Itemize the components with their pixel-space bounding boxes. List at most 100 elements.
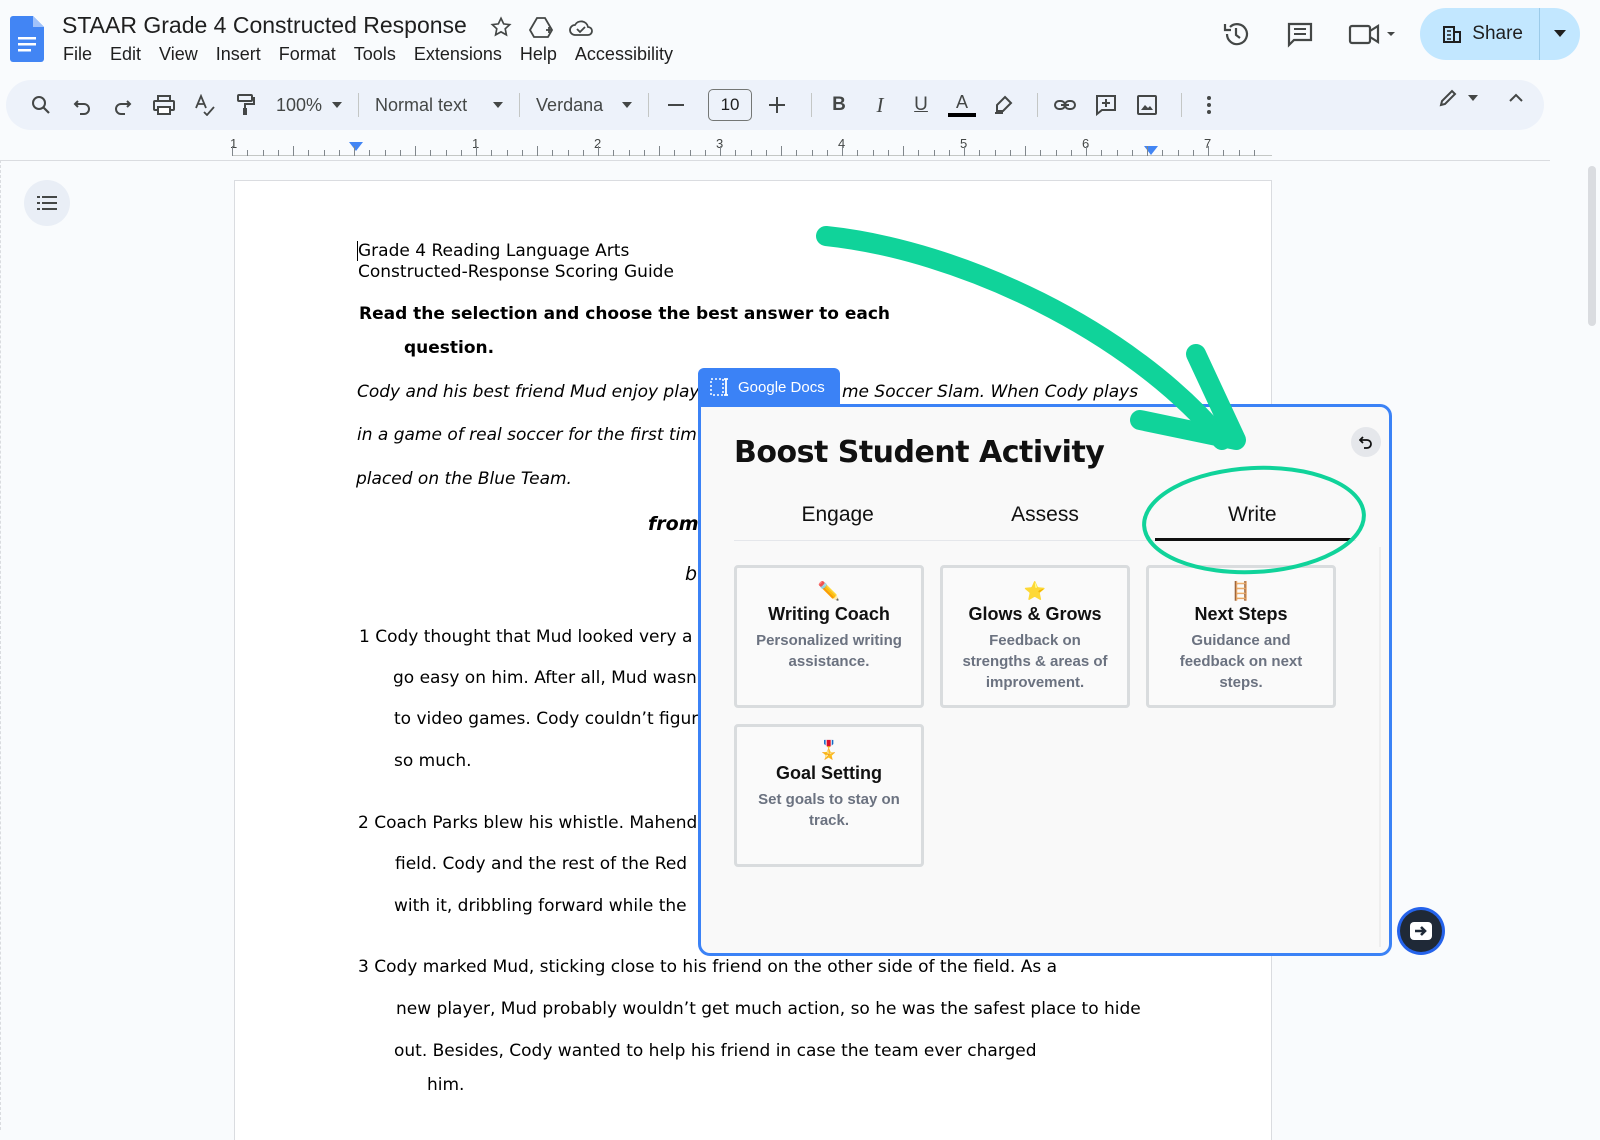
ruler-tick (704, 150, 706, 156)
menu-format[interactable]: Format (270, 44, 345, 65)
share-label: Share (1472, 23, 1523, 44)
doc-intro-line-1a[interactable]: Cody and his best friend Mud enjoy play (357, 382, 699, 402)
more-options-icon[interactable] (1192, 88, 1226, 122)
doc-paragraph-3-line-2[interactable]: new player, Mud probably wouldn’t get mu… (396, 999, 1141, 1019)
redo-icon[interactable] (106, 88, 140, 122)
doc-paragraph-2-line-3[interactable]: with it, dribbling forward while the (394, 896, 687, 916)
menu-extensions[interactable]: Extensions (405, 44, 511, 65)
ruler-tick (552, 150, 554, 156)
underline-button[interactable]: U (904, 88, 938, 122)
tool-cards: ✏️ Writing Coach Personalized writing as… (734, 565, 1354, 867)
ruler-tick (323, 150, 325, 156)
add-comment-icon[interactable] (1089, 88, 1123, 122)
ruler-divider (0, 160, 1550, 161)
doc-source-from[interactable]: from (648, 513, 699, 535)
undo-arrow-icon (1359, 436, 1372, 449)
doc-heading-line-2[interactable]: Constructed-Response Scoring Guide (358, 262, 674, 282)
undo-icon[interactable] (65, 88, 99, 122)
share-dropdown[interactable] (1540, 8, 1580, 60)
star-icon[interactable] (488, 14, 514, 40)
menu-view[interactable]: View (150, 44, 207, 65)
ruler[interactable]: 1 1 2 3 4 5 6 7 (230, 136, 1272, 160)
zoom-select[interactable]: 100% (270, 95, 348, 116)
card-goal-setting[interactable]: 🎖️ Goal Setting Set goals to stay on tra… (734, 724, 924, 867)
insert-link-icon[interactable] (1048, 88, 1082, 122)
menu-insert[interactable]: Insert (207, 44, 270, 65)
card-glows-grows[interactable]: ⭐ Glows & Grows Feedback on strengths & … (940, 565, 1130, 708)
extension-source-tab[interactable]: Google Docs (698, 368, 840, 406)
vertical-scrollbar[interactable] (1588, 166, 1596, 326)
card-title: Glows & Grows (968, 604, 1102, 624)
card-next-steps[interactable]: 🪜 Next Steps Guidance and feedback on ne… (1146, 565, 1336, 708)
menu-accessibility[interactable]: Accessibility (566, 44, 682, 65)
italic-button[interactable]: I (863, 88, 897, 122)
doc-intro-line-2[interactable]: in a game of real soccer for the first t… (357, 425, 697, 445)
move-to-drive-icon[interactable] (528, 14, 554, 40)
doc-paragraph-3-line-4[interactable]: him. (427, 1075, 464, 1095)
meet-video-icon[interactable] (1342, 12, 1402, 56)
doc-paragraph-2-line-2[interactable]: field. Cody and the rest of the Red (395, 854, 687, 874)
spellcheck-icon[interactable] (188, 88, 222, 122)
comments-icon[interactable] (1278, 12, 1322, 56)
doc-paragraph-3-line-1[interactable]: 3 Cody marked Mud, sticking close to his… (358, 957, 1057, 977)
doc-instruction-cont[interactable]: question. (404, 338, 494, 358)
doc-intro-line-3[interactable]: placed on the Blue Team. (356, 469, 572, 489)
ruler-tick (735, 150, 737, 156)
insert-image-icon[interactable] (1130, 88, 1164, 122)
document-title[interactable]: STAAR Grade 4 Constructed Response (62, 12, 467, 39)
print-icon[interactable] (147, 88, 181, 122)
version-history-icon[interactable] (1214, 12, 1258, 56)
doc-paragraph-2-line-1[interactable]: 2 Coach Parks blew his whistle. Mahend (358, 813, 697, 833)
ruler-tick (537, 146, 538, 156)
ruler-tick (430, 150, 432, 156)
ladder-icon: 🪜 (1229, 581, 1253, 601)
ruler-tick (1070, 150, 1072, 156)
style-select[interactable]: Normal text (369, 95, 509, 116)
doc-intro-line-1b[interactable]: me Soccer Slam. When Cody plays (842, 382, 1138, 402)
increase-font-size-icon[interactable] (760, 88, 794, 122)
ruler-tick (887, 150, 889, 156)
menu-file[interactable]: File (54, 44, 101, 65)
left-indent-marker[interactable] (349, 142, 363, 151)
text-color-button[interactable]: A (945, 88, 979, 122)
hide-menus-icon[interactable] (1508, 89, 1524, 107)
doc-paragraph-1-line-4[interactable]: so much. (394, 751, 472, 771)
panel-back-button[interactable] (1351, 427, 1381, 457)
caret-down-icon (493, 102, 504, 108)
card-writing-coach[interactable]: ✏️ Writing Coach Personalized writing as… (734, 565, 924, 708)
ruler-tick (781, 146, 782, 156)
panel-scrollbar[interactable] (1379, 547, 1381, 947)
doc-instruction[interactable]: Read the selection and choose the best a… (359, 304, 890, 324)
editing-mode-icon[interactable] (1438, 88, 1478, 108)
ruler-tick (689, 150, 691, 156)
extension-launcher-button[interactable] (1400, 910, 1442, 952)
tab-write[interactable]: Write (1149, 495, 1356, 541)
doc-source-by[interactable]: b (685, 563, 697, 585)
ruler-tick (613, 150, 615, 156)
tab-assess[interactable]: Assess (941, 495, 1148, 540)
paint-format-icon[interactable] (229, 88, 263, 122)
google-docs-icon[interactable] (10, 16, 44, 62)
menu-help[interactable]: Help (511, 44, 566, 65)
decrease-font-size-icon[interactable] (659, 88, 693, 122)
menu-edit[interactable]: Edit (101, 44, 150, 65)
search-menus-icon[interactable] (24, 88, 58, 122)
ruler-tick (491, 150, 493, 156)
font-size-input[interactable]: 10 (708, 89, 753, 121)
ruler-tick (857, 150, 859, 156)
doc-paragraph-3-line-3[interactable]: out. Besides, Cody wanted to help his fr… (394, 1041, 1037, 1061)
tab-engage[interactable]: Engage (734, 495, 941, 540)
bold-button[interactable]: B (822, 88, 856, 122)
doc-paragraph-1-line-1[interactable]: 1 Cody thought that Mud looked very a (359, 627, 692, 647)
document-outline-button[interactable] (24, 180, 70, 226)
font-select[interactable]: Verdana (530, 95, 638, 116)
menu-tools[interactable]: Tools (345, 44, 405, 65)
highlight-color-icon[interactable] (986, 88, 1020, 122)
ruler-tick (1162, 150, 1164, 156)
doc-paragraph-1-line-2[interactable]: go easy on him. After all, Mud wasn (393, 668, 697, 688)
doc-paragraph-1-line-3[interactable]: to video games. Cody couldn’t figur (394, 709, 698, 729)
list-icon (37, 196, 57, 210)
cloud-saved-icon[interactable] (568, 14, 594, 40)
share-button[interactable]: Share (1420, 8, 1540, 60)
doc-heading-line-1[interactable]: Grade 4 Reading Language Arts (358, 241, 629, 261)
